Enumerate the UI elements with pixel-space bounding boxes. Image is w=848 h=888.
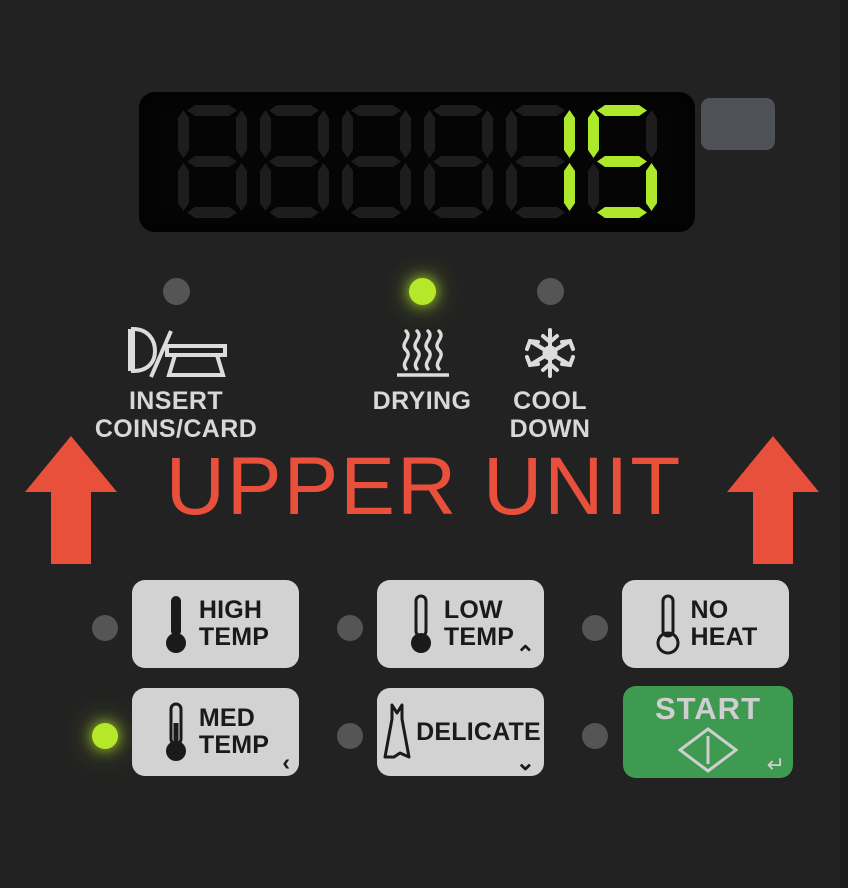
segment-e — [260, 163, 271, 211]
thermometer-full-icon — [162, 593, 190, 655]
segment-g — [433, 156, 483, 167]
segment-a — [433, 105, 483, 116]
segment-f — [178, 110, 189, 158]
cycle-led-med-temp — [92, 723, 118, 749]
segment-g — [187, 156, 237, 167]
segment-c — [646, 163, 657, 211]
status-led-drying — [408, 278, 436, 305]
coin-card-slot-icon — [75, 327, 277, 379]
cycle-led-start — [582, 723, 608, 749]
segment-e — [588, 163, 599, 211]
start-label: START — [654, 691, 762, 726]
segment-d — [351, 207, 401, 218]
thermometer-medium-icon — [162, 701, 190, 763]
segment-d — [515, 207, 565, 218]
segment-b — [400, 110, 411, 158]
segment-d — [269, 207, 319, 218]
segment-g — [269, 156, 319, 167]
enter-key-icon: ↵ — [766, 752, 785, 777]
segment-g — [351, 156, 401, 167]
delicate-label: DELICATE — [416, 717, 541, 746]
segment-c — [400, 163, 411, 211]
snowflake-icon — [480, 327, 620, 379]
segment-c — [236, 163, 247, 211]
med-temp-corner-mark: ‹ — [282, 749, 290, 775]
power-diamond-icon — [677, 727, 739, 773]
segment-d — [433, 207, 483, 218]
unit-banner: UPPER UNIT — [0, 432, 848, 564]
high-temp-button[interactable]: HIGH TEMP — [132, 580, 299, 668]
display-digit-1 — [256, 105, 332, 219]
segment-b — [482, 110, 493, 158]
segment-e — [178, 163, 189, 211]
display-digit-4 — [502, 105, 578, 219]
blank-button[interactable] — [701, 98, 775, 150]
segment-g — [515, 156, 565, 167]
segment-a — [187, 105, 237, 116]
segment-f — [260, 110, 271, 158]
thermometer-empty-icon — [654, 593, 682, 655]
dress-icon — [380, 701, 414, 763]
segment-b — [646, 110, 657, 158]
display-digit-0 — [174, 105, 250, 219]
start-button[interactable]: START ↵ — [623, 686, 793, 778]
status-led-insert — [162, 278, 190, 305]
segment-b — [564, 110, 575, 158]
page-title: UPPER UNIT — [165, 441, 683, 532]
segment-a — [269, 105, 319, 116]
low-temp-corner-mark: ⌃ — [515, 641, 535, 667]
segment-f — [506, 110, 517, 158]
status-led-cool-down — [536, 278, 564, 305]
low-temp-button[interactable]: LOW TEMP ⌃ — [377, 580, 544, 668]
cycle-led-high-temp — [92, 615, 118, 641]
delicate-button[interactable]: DELICATE ⌄ — [377, 688, 544, 776]
segment-b — [236, 110, 247, 158]
segment-b — [318, 110, 329, 158]
no-heat-label: NO HEAT — [690, 596, 758, 651]
display-digit-3 — [420, 105, 496, 219]
cycle-led-delicate — [337, 723, 363, 749]
cycle-led-no-heat — [582, 615, 608, 641]
dryer-control-panel: INSERT COINS/CARD DRYING COOL DOWN UPPER… — [0, 0, 848, 888]
status-insert-coins-card: INSERT COINS/CARD — [75, 278, 277, 443]
segment-c — [564, 163, 575, 211]
up-arrow-left — [25, 436, 117, 564]
display-digit-2 — [338, 105, 414, 219]
high-temp-label: HIGH TEMP — [198, 596, 270, 651]
med-temp-label: MED TEMP — [198, 704, 270, 759]
segment-c — [482, 163, 493, 211]
thermometer-low-icon — [407, 593, 435, 655]
segment-d — [597, 207, 647, 218]
med-temp-button[interactable]: MED TEMP ‹ — [132, 688, 299, 776]
cycle-led-low-temp — [337, 615, 363, 641]
segment-c — [318, 163, 329, 211]
no-heat-button[interactable]: NO HEAT — [622, 580, 789, 668]
display-digits — [139, 92, 695, 232]
status-cool-down: COOL DOWN — [480, 278, 620, 443]
seven-segment-display — [139, 92, 695, 232]
segment-d — [187, 207, 237, 218]
low-temp-label: LOW TEMP — [443, 596, 515, 651]
up-arrow-right — [727, 436, 819, 564]
delicate-corner-mark: ⌄ — [515, 749, 535, 775]
segment-e — [342, 163, 353, 211]
segment-a — [351, 105, 401, 116]
segment-f — [424, 110, 435, 158]
segment-a — [597, 105, 647, 116]
segment-f — [588, 110, 599, 158]
segment-e — [506, 163, 517, 211]
segment-e — [424, 163, 435, 211]
segment-f — [342, 110, 353, 158]
segment-g — [597, 156, 647, 167]
segment-a — [515, 105, 565, 116]
display-digit-5 — [584, 105, 660, 219]
